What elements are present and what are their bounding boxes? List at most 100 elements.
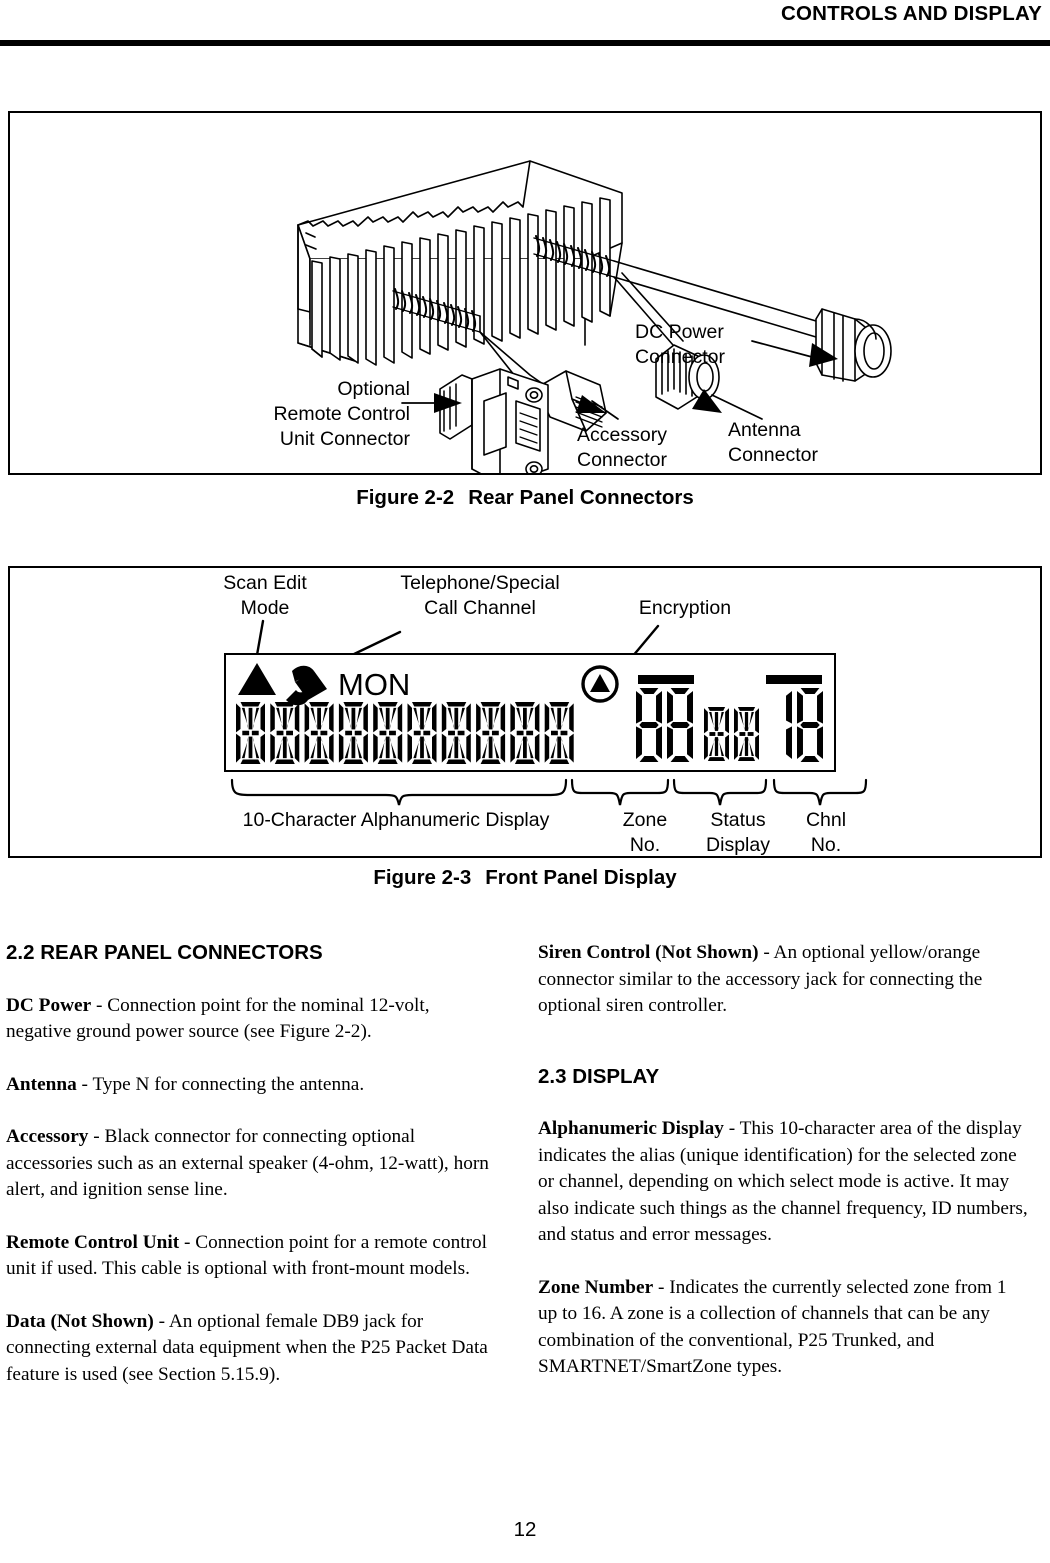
segment-upper-left (407, 703, 412, 733)
segment-lower-left (734, 734, 738, 760)
segment-diag-bottom-left (276, 737, 283, 759)
segment-middle-right (423, 730, 431, 736)
encryption-circled-triangle-icon (581, 665, 619, 703)
zone-number-digit-group (636, 688, 693, 762)
alphanumeric-cell (338, 702, 368, 764)
segment-bottom (707, 757, 726, 761)
alphanumeric-cell (441, 702, 471, 764)
segment-diag-bottom-right (458, 737, 465, 759)
segment-c (817, 726, 823, 760)
segment-center-bottom (454, 736, 459, 759)
paragraph-term: Remote Control Unit (6, 1231, 180, 1253)
segment-middle-left (709, 732, 716, 736)
segment-lower-right (466, 733, 471, 763)
segment-upper-right (500, 703, 506, 733)
segment-center-top (714, 712, 719, 731)
segment-upper-left (373, 703, 378, 733)
segment-upper-right (755, 708, 759, 734)
segment-diag-top-right (287, 707, 294, 729)
segment-upper-right (397, 703, 403, 733)
status-display-cell-group (704, 707, 759, 761)
label-remote-line-2: Remote Control (273, 403, 410, 425)
segment-bottom (377, 759, 398, 764)
running-head: CONTROLS AND DISPLAY (780, 2, 1042, 25)
segment-a (639, 688, 659, 694)
segment-diag-top-left (379, 707, 386, 729)
segment-diag-bottom-left (344, 737, 351, 759)
paragraph-dash: - (723, 1118, 740, 1139)
alphanumeric-cell (304, 702, 334, 764)
paragraph-term: DC Power (6, 994, 92, 1016)
segment-diag-bottom-right (287, 737, 294, 759)
alphanumeric-cell (373, 702, 403, 764)
segment-bottom (240, 759, 261, 764)
paragraph-term: Data (Not Shown) (6, 1310, 154, 1332)
segment-lower-right (725, 734, 729, 760)
segment-top (343, 702, 364, 707)
segment-d (639, 756, 659, 762)
segment-diag-bottom-left (413, 737, 420, 759)
segment-b (817, 690, 823, 724)
segment-middle-right (286, 730, 294, 736)
segment-lower-right (755, 734, 759, 760)
segment-center-top (385, 707, 390, 730)
segment-lower-left (236, 733, 241, 763)
zone-top-bar (638, 675, 694, 684)
left-text-column: 2.2 REAR PANEL CONNECTORS DC Power - Con… (6, 940, 496, 1414)
segment-center-top (317, 707, 321, 730)
segment-center-top (557, 707, 562, 730)
segment-upper-right (725, 708, 729, 734)
segment-middle-right (251, 730, 259, 736)
mon-indicator-text: MON (338, 667, 410, 702)
segment-lower-right (294, 733, 300, 763)
rear-panel-connectors-illustration (297, 160, 892, 473)
segment-diag-bottom-left (739, 737, 745, 756)
segment-middle-left (739, 732, 746, 736)
alphanumeric-cell (270, 702, 300, 764)
segment-middle-right (320, 730, 328, 736)
alphanumeric-cell (236, 702, 265, 764)
segment-center-top (420, 707, 424, 730)
segment-upper-right (466, 703, 471, 733)
label-remote-control-unit-connector: Optional Remote Control Unit Connector (250, 377, 410, 452)
segment-middle-left (413, 730, 421, 736)
alphanumeric-cell-group (236, 702, 574, 764)
segment-middle-left (550, 730, 558, 736)
alphanumeric-cell (407, 702, 437, 764)
paragraph-term: Alphanumeric Display (538, 1118, 724, 1139)
segment-diag-bottom-left (516, 737, 523, 759)
zone-digit (667, 688, 693, 762)
segment-f (636, 690, 642, 724)
segment-lower-left (510, 733, 515, 763)
segment-g (639, 722, 659, 728)
segment-top (549, 702, 570, 707)
segment-diag-top-left (550, 707, 557, 729)
segment-center-top (523, 707, 527, 730)
paragraph-dash: - (758, 942, 774, 963)
status-cell (734, 707, 759, 761)
segment-center-top (282, 707, 287, 730)
segment-lower-left (441, 733, 447, 763)
zone-digit (636, 688, 662, 762)
segment-upper-right (260, 703, 265, 733)
brace-label-status-line-1: Status (710, 809, 766, 831)
segment-middle-right (747, 732, 754, 736)
segment-c (687, 726, 693, 760)
segment-diag-top-right (321, 707, 328, 729)
alphanumeric-cell (510, 702, 540, 764)
segment-diag-top-left (344, 707, 351, 729)
figure-2-3-caption: Figure 2-3 Front Panel Display (0, 866, 1050, 890)
segment-middle-left (482, 730, 490, 736)
segment-diag-top-right (390, 707, 397, 729)
segment-upper-left (734, 708, 738, 734)
brace-label-chnl-line-1: Chnl (805, 809, 847, 831)
right-column-top-paragraph: Siren Control (Not Shown) - An optional … (538, 940, 1028, 1020)
segment-center-top (454, 707, 459, 730)
label-antenna-connector: Antenna Connector (728, 418, 868, 468)
segment-upper-left (441, 703, 447, 733)
segment-lower-right (260, 733, 265, 763)
header-rule (0, 40, 1050, 46)
segment-middle-right (717, 732, 724, 736)
segment-diag-bottom-right (493, 737, 500, 759)
segment-diag-top-right (252, 707, 260, 729)
